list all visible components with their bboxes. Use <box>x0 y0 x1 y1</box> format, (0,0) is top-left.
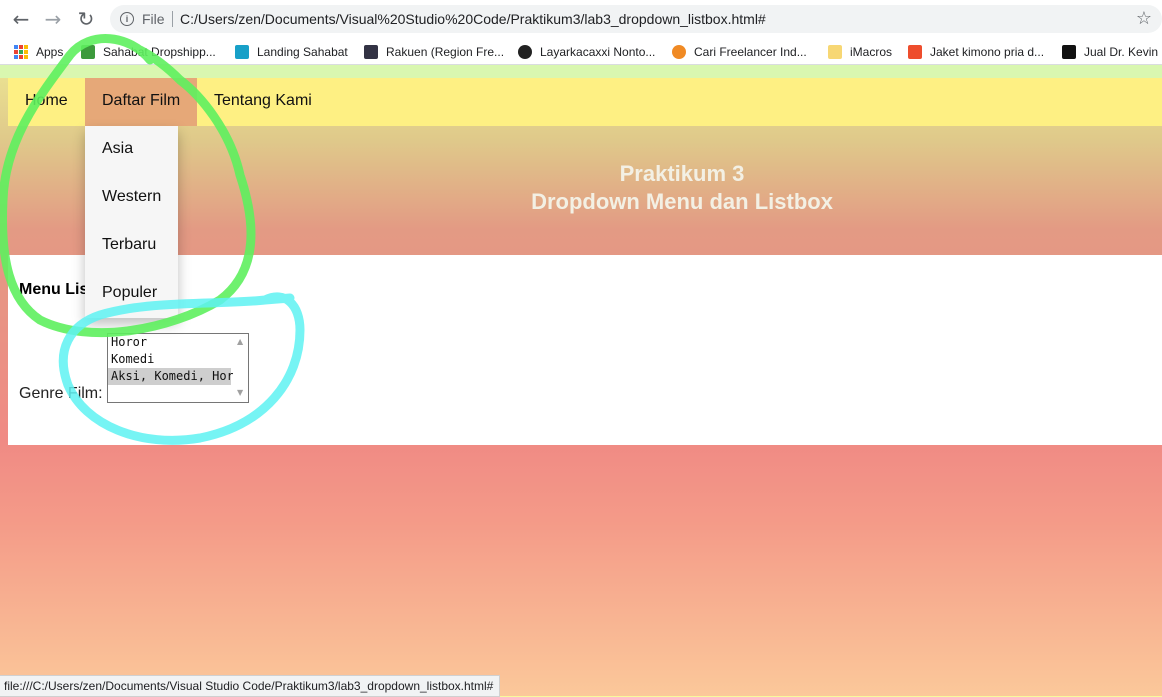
bookmark-item[interactable]: Jaket kimono pria d... <box>908 43 1044 59</box>
listbox-scrollbar[interactable]: ▲ ▼ <box>233 334 248 402</box>
bookmark-item[interactable]: Cari Freelancer Ind... <box>672 43 807 59</box>
daftar-film-dropdown: Asia Western Terbaru Populer <box>85 126 178 318</box>
listbox-option[interactable]: Komedi <box>108 351 231 368</box>
scroll-up-icon[interactable]: ▲ <box>237 337 243 346</box>
bookmark-item[interactable]: Rakuen (Region Fre... <box>364 43 504 59</box>
url-text[interactable]: C:/Users/zen/Documents/Visual%20Studio%2… <box>180 11 766 27</box>
zalora-icon <box>1062 44 1076 59</box>
xxi-icon <box>518 44 532 59</box>
bookmark-item[interactable]: Landing Sahabat <box>235 43 348 59</box>
bookmark-item[interactable]: iMacros <box>828 43 892 59</box>
bookmark-item[interactable]: Sahabat Dropshipp... <box>81 43 216 59</box>
listbox-option[interactable]: Horor <box>108 334 231 351</box>
file-label: File <box>142 11 165 27</box>
dropdown-item-populer[interactable]: Populer <box>85 270 178 318</box>
page-top-strip <box>0 65 1162 78</box>
cube-icon <box>81 44 95 59</box>
header-title-line2: Dropdown Menu dan Listbox <box>531 189 833 214</box>
header-title-line1: Praktikum 3 <box>619 161 745 186</box>
page-header: Praktikum 3 Dropdown Menu dan Listbox <box>8 160 1162 216</box>
genre-listbox[interactable]: Horor Komedi Aksi, Komedi, Horor ▲ ▼ <box>107 333 249 403</box>
content-heading: Menu Lis <box>19 281 89 298</box>
nav-item-tentang-kami[interactable]: Tentang Kami <box>197 78 329 126</box>
freelancer-icon <box>672 44 686 59</box>
navbar: Home Daftar Film Tentang Kami <box>8 78 1162 126</box>
dropdown-item-western[interactable]: Western <box>85 174 178 222</box>
folder-icon <box>828 44 842 59</box>
genre-label: Genre Film: <box>19 385 103 402</box>
info-icon[interactable]: i <box>120 12 134 26</box>
listbox-option-selected[interactable]: Aksi, Komedi, Horor <box>108 368 248 385</box>
status-bar-url: file:///C:/Users/zen/Documents/Visual St… <box>0 675 501 697</box>
omnibox-separator <box>172 11 173 27</box>
bookmark-star-icon[interactable]: ☆ <box>1136 8 1152 29</box>
site-icon <box>364 44 378 59</box>
bookmarks-bar: Apps Sahabat Dropshipp... Landing Sahaba… <box>0 38 1162 65</box>
apps-grid-icon <box>14 44 28 59</box>
bookmark-apps[interactable]: Apps <box>14 43 63 59</box>
browser-toolbar: ← → ↻ i File C:/Users/zen/Documents/Visu… <box>0 0 1162 38</box>
bookmark-item[interactable]: Layarkacaxxi Nonto... <box>518 43 655 59</box>
forward-arrow-icon[interactable]: → <box>40 7 66 31</box>
bookmark-item[interactable]: Jual Dr. Kevin I <box>1062 43 1162 59</box>
address-bar[interactable]: i File C:/Users/zen/Documents/Visual%20S… <box>110 5 1162 33</box>
chat-icon <box>235 44 249 59</box>
content-panel: Menu Lis Genre Film: Horor Komedi Aksi, … <box>8 255 1162 445</box>
scroll-down-icon[interactable]: ▼ <box>237 388 243 397</box>
nav-item-daftar-film[interactable]: Daftar Film <box>85 78 198 126</box>
back-arrow-icon[interactable]: ← <box>8 7 34 31</box>
dropdown-item-asia[interactable]: Asia <box>85 126 178 174</box>
nav-item-home[interactable]: Home <box>8 78 85 126</box>
shopee-icon <box>908 44 922 59</box>
dropdown-item-terbaru[interactable]: Terbaru <box>85 222 178 270</box>
reload-icon[interactable]: ↻ <box>73 7 99 31</box>
